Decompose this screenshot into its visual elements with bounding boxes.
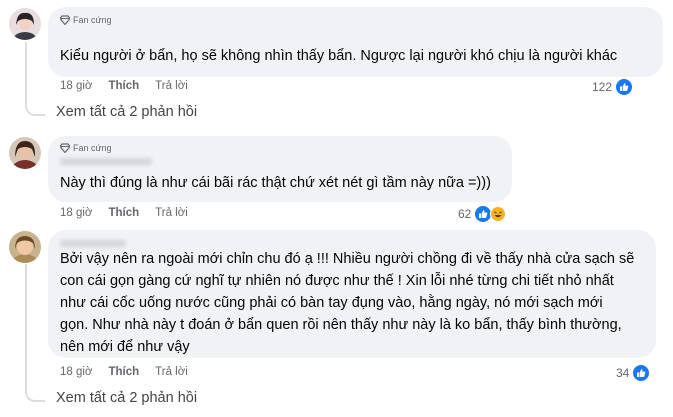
comment-actions: 18 giờ Thích Trả lời — [60, 80, 188, 92]
badge-label: Fan cứng — [73, 15, 112, 25]
view-replies-link[interactable]: Xem tất cả 2 phản hồi — [56, 390, 197, 406]
reaction-count: 62 — [458, 207, 472, 221]
comment-text-line: con cái gọn gàng cứ nghĩ tự nhiên nó đượ… — [60, 273, 614, 289]
comment-text-line: nên mới để như vậy — [60, 339, 190, 355]
comment-text: Này thì đúng là như cái bãi rác thật chứ… — [60, 172, 491, 194]
reaction-count: 34 — [616, 366, 630, 380]
avatar[interactable] — [9, 137, 41, 169]
like-icon — [632, 364, 651, 382]
comment-time[interactable]: 18 giờ — [60, 80, 92, 92]
comment-bubble: Bởi vậy nên ra ngoài mới chỉn chu đó ạ !… — [48, 230, 656, 358]
comment-text-line: Kiểu người ở bẩn, họ sẽ không nhìn thấy … — [60, 48, 618, 64]
comment-text: Kiểu người ở bẩn, họ sẽ không nhìn thấy … — [60, 45, 617, 67]
comment-bubble: Fan cứng Kiểu người ở bẩn, họ sẽ không n… — [48, 7, 663, 77]
view-replies-link[interactable]: Xem tất cả 2 phản hồi — [56, 104, 197, 120]
reaction-summary[interactable]: 62 — [458, 205, 507, 223]
reaction-summary[interactable]: 122 — [592, 78, 634, 96]
reply-button[interactable]: Trả lời — [155, 366, 188, 378]
comment-bubble: Fan cứng Này thì đúng là như cái bãi rác… — [48, 136, 512, 202]
comment-time[interactable]: 18 giờ — [60, 366, 92, 378]
reply-button[interactable]: Trả lời — [155, 207, 188, 219]
haha-icon — [490, 206, 507, 222]
avatar[interactable] — [9, 8, 41, 40]
thread-line — [25, 264, 27, 388]
comment-text-line: Bởi vậy nên ra ngoài mới chỉn chu đó ạ !… — [60, 251, 635, 267]
reply-connector — [25, 100, 45, 116]
like-button[interactable]: Thích — [108, 207, 139, 219]
comment-text-line: gọn. Như nhà này t đoán ở bẩn quen rồi n… — [60, 317, 622, 333]
badge-label: Fan cứng — [73, 143, 112, 153]
diamond-icon — [60, 15, 70, 25]
comment-actions: 18 giờ Thích Trả lời — [60, 366, 188, 378]
comment-text-line: như cái cốc uống nước cũng phải có bàn t… — [60, 295, 603, 311]
like-icon — [615, 78, 634, 96]
fan-badge: Fan cứng — [60, 143, 112, 153]
reaction-count: 122 — [592, 80, 613, 94]
like-button[interactable]: Thích — [108, 80, 139, 92]
avatar[interactable] — [9, 231, 41, 263]
comment-time[interactable]: 18 giờ — [60, 207, 92, 219]
fan-badge: Fan cứng — [60, 15, 112, 25]
author-name-redacted — [60, 240, 126, 247]
comment-text: Bởi vậy nên ra ngoài mới chỉn chu đó ạ !… — [60, 248, 634, 358]
reply-connector — [25, 386, 45, 402]
author-name-redacted — [60, 158, 152, 165]
reply-button[interactable]: Trả lời — [155, 80, 188, 92]
diamond-icon — [60, 143, 70, 153]
thread-line — [25, 42, 27, 102]
comment-text-line: Này thì đúng là như cái bãi rác thật chứ… — [60, 175, 491, 191]
comment-actions: 18 giờ Thích Trả lời — [60, 207, 188, 219]
like-button[interactable]: Thích — [108, 366, 139, 378]
reaction-summary[interactable]: 34 — [616, 364, 651, 382]
